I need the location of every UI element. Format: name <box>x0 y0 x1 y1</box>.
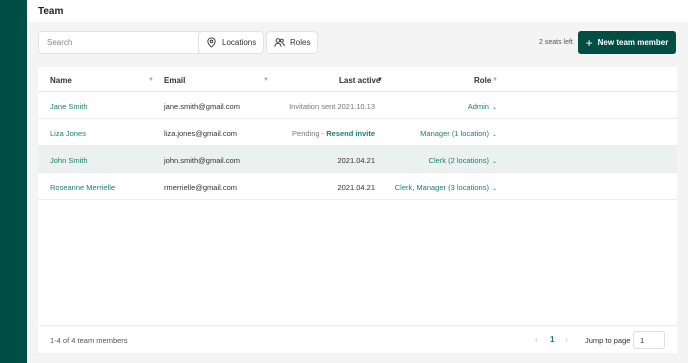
member-email: rmerrielle@gmail.com <box>164 183 238 192</box>
table-row[interactable]: John Smith john.smith@gmail.com 2021.04.… <box>38 146 677 173</box>
role-dropdown[interactable]: Clerk, Manager (3 locations) ⌄ <box>395 183 497 192</box>
member-email: liza.jones@gmail.com <box>164 129 238 138</box>
role-value: Clerk, Manager (3 locations) <box>394 183 489 192</box>
toolbar: Search Locations Roles 2 seats left + Ne… <box>27 22 688 62</box>
chevron-down-icon: ⌄ <box>491 105 497 111</box>
locations-label: Locations <box>222 38 257 47</box>
sidebar <box>0 0 27 363</box>
jump-to-page-input[interactable]: 1 <box>633 331 665 349</box>
role-dropdown[interactable]: Clerk (2 locations) ⌄ <box>429 156 497 165</box>
member-name[interactable]: Roseanne Merrielle <box>50 183 115 192</box>
roles-filter-button[interactable]: Roles <box>266 31 319 54</box>
search-input[interactable]: Search <box>38 31 218 54</box>
table-row[interactable]: Jane Smith jane.smith@gmail.com Invitati… <box>38 92 677 119</box>
member-name[interactable]: Jane Smith <box>50 102 88 111</box>
column-header-email[interactable]: Email <box>164 76 185 85</box>
member-last-active: Pending - Resend invite <box>292 129 375 138</box>
locations-filter-button[interactable]: Locations <box>198 31 265 54</box>
seats-left-text: 2 seats left <box>539 39 573 46</box>
team-table-panel: Name ▼ Email ▼ Last active ▼ Role ▼ Jane… <box>38 67 677 353</box>
previous-page-icon[interactable]: ‹ <box>535 335 538 344</box>
resend-invite-link[interactable]: Resend invite <box>326 129 375 138</box>
column-header-role[interactable]: Role <box>474 76 491 85</box>
role-dropdown[interactable]: Admin ⌄ <box>468 102 497 111</box>
chevron-down-icon: ⌄ <box>491 186 497 192</box>
header-bar <box>27 0 688 22</box>
column-header-name[interactable]: Name <box>50 76 72 85</box>
table-footer: 1-4 of 4 team members ‹ 1 › Jump to page… <box>38 325 677 353</box>
users-icon <box>274 38 285 47</box>
member-last-active: 2021.04.21 <box>337 183 375 192</box>
sort-role-icon[interactable]: ▼ <box>492 77 498 83</box>
member-email: john.smith@gmail.com <box>164 156 240 165</box>
pending-status: Pending - <box>292 129 327 138</box>
role-value: Manager (1 location) <box>420 129 489 138</box>
new-team-member-button[interactable]: + New team member <box>578 31 676 54</box>
search-placeholder: Search <box>47 38 73 47</box>
role-value: Clerk (2 locations) <box>428 156 489 165</box>
member-name[interactable]: Liza Jones <box>50 129 86 138</box>
page-title: Team <box>38 6 64 17</box>
location-pin-icon <box>207 37 216 48</box>
plus-icon: + <box>585 35 593 50</box>
table-header: Name ▼ Email ▼ Last active ▼ Role ▼ <box>38 67 677 92</box>
column-header-last-active[interactable]: Last active <box>339 76 380 85</box>
page-number-current[interactable]: 1 <box>550 335 554 344</box>
member-name[interactable]: John Smith <box>50 156 88 165</box>
member-last-active: Invitation sent 2021.10.13 <box>289 102 375 111</box>
next-page-icon[interactable]: › <box>565 335 568 344</box>
member-count-text: 1-4 of 4 team members <box>50 336 128 345</box>
table-row[interactable]: Roseanne Merrielle rmerrielle@gmail.com … <box>38 173 677 200</box>
sort-last-active-icon[interactable]: ▼ <box>377 77 383 83</box>
chevron-down-icon: ⌄ <box>491 159 497 165</box>
roles-label: Roles <box>290 38 311 47</box>
sort-name-icon[interactable]: ▼ <box>148 77 154 83</box>
member-email: jane.smith@gmail.com <box>164 102 240 111</box>
role-dropdown[interactable]: Manager (1 location) ⌄ <box>420 129 497 138</box>
member-last-active: 2021.04.21 <box>337 156 375 165</box>
table-row[interactable]: Liza Jones liza.jones@gmail.com Pending … <box>38 119 677 146</box>
chevron-down-icon: ⌄ <box>491 132 497 138</box>
jump-to-page-label: Jump to page <box>585 336 631 345</box>
sort-email-icon[interactable]: ▼ <box>263 77 269 83</box>
role-value: Admin <box>467 102 489 111</box>
new-team-member-label: New team member <box>597 38 669 47</box>
